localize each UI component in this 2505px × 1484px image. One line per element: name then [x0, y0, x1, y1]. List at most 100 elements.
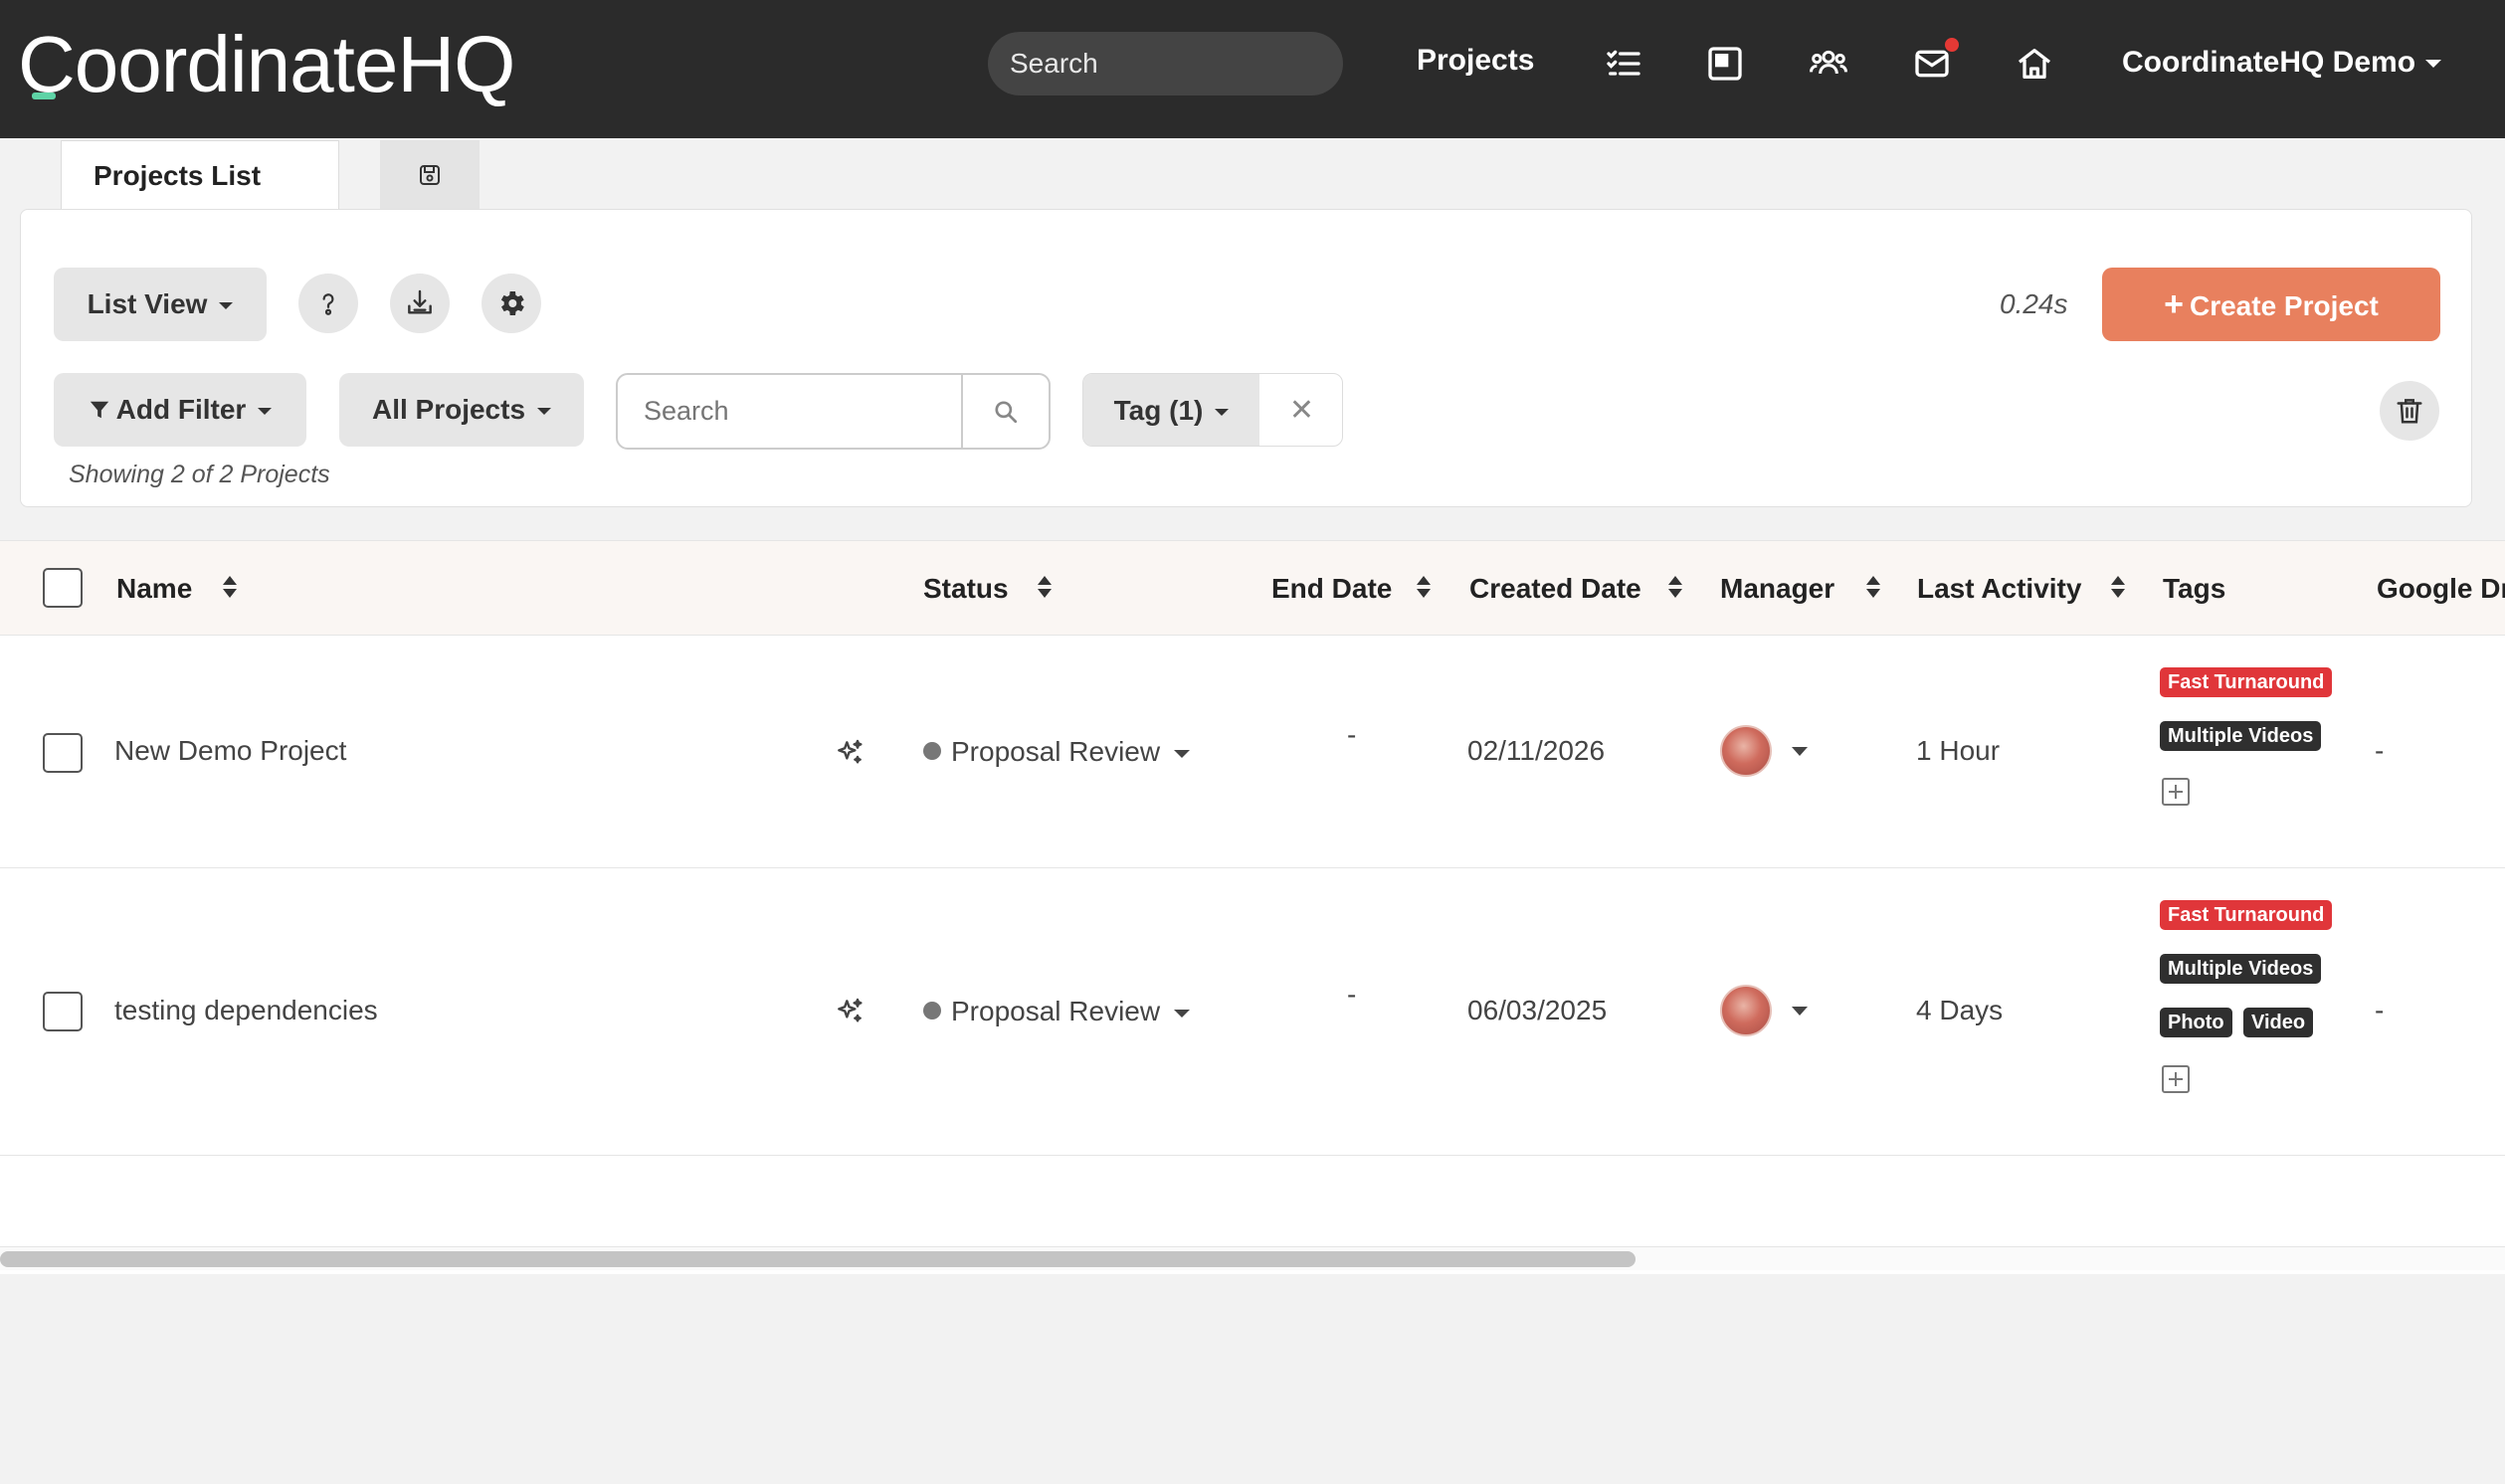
- add-filter-label: Add Filter: [115, 394, 247, 425]
- status-dropdown[interactable]: Proposal Review: [923, 736, 1191, 768]
- table-row[interactable]: New Demo Project Proposal Review - 02/11…: [0, 636, 2505, 868]
- close-icon: ✕: [1288, 394, 1315, 427]
- clear-tag-filter-button[interactable]: ✕: [1259, 374, 1342, 446]
- results-count: Showing 2 of 2 Projects: [69, 461, 330, 488]
- create-project-label: Create Project: [2189, 290, 2379, 321]
- ai-sparkle-icon[interactable]: [834, 737, 866, 769]
- sort-icon[interactable]: [223, 576, 237, 600]
- notification-badge: [1943, 36, 1961, 54]
- chevron-down-icon: [219, 302, 234, 310]
- column-header-status[interactable]: Status: [923, 573, 1009, 605]
- projects-table: Name Status End Date Created Date Manage…: [0, 540, 2505, 1274]
- all-projects-dropdown[interactable]: All Projects: [339, 373, 584, 447]
- chevron-down-icon: [1174, 1009, 1191, 1018]
- app-logo[interactable]: CoordinateHQ: [18, 22, 515, 107]
- user-menu[interactable]: CoordinateHQ Demo: [2122, 46, 2442, 80]
- search-button[interactable]: [961, 375, 1049, 448]
- google-drive-cell: -: [2375, 995, 2385, 1025]
- column-header-last-activity[interactable]: Last Activity: [1917, 573, 2081, 605]
- tag-filter-label: Tag (1): [1113, 395, 1204, 426]
- avatar[interactable]: [1720, 985, 1772, 1036]
- logo-accent: [32, 93, 56, 99]
- settings-button[interactable]: [482, 274, 541, 333]
- column-header-google-drive[interactable]: Google Dr: [2377, 573, 2505, 605]
- status-dot: [923, 742, 941, 760]
- sort-icon[interactable]: [1668, 576, 1682, 600]
- tab-projects-list[interactable]: Projects List: [61, 140, 339, 210]
- create-project-button[interactable]: + Create Project: [2102, 268, 2440, 341]
- last-activity-cell: 4 Days: [1916, 995, 2004, 1025]
- team-icon[interactable]: [1809, 44, 1848, 84]
- plus-icon: +: [2164, 285, 2184, 323]
- table-row[interactable]: testing dependencies Proposal Review - 0…: [0, 868, 2505, 1156]
- add-tag-icon[interactable]: [2162, 1065, 2190, 1093]
- tag-badge[interactable]: Photo: [2160, 1008, 2232, 1037]
- delete-button[interactable]: [2380, 381, 2439, 441]
- tag-badge[interactable]: Multiple Videos: [2160, 954, 2322, 984]
- sort-icon[interactable]: [1866, 576, 1880, 600]
- status-label: Proposal Review: [951, 996, 1161, 1026]
- home-icon[interactable]: [2015, 44, 2054, 84]
- status-label: Proposal Review: [951, 736, 1161, 767]
- row-checkbox[interactable]: [43, 733, 83, 773]
- list-view-label: List View: [87, 288, 208, 319]
- select-all-checkbox[interactable]: [43, 568, 83, 608]
- load-timing: 0.24s: [2000, 288, 2068, 319]
- tag-badge[interactable]: Fast Turnaround: [2160, 900, 2333, 930]
- manager-dropdown-chevron-icon[interactable]: [1792, 747, 1808, 756]
- project-search-input[interactable]: [618, 375, 961, 448]
- toolbar-panel: [20, 209, 2472, 507]
- trash-icon: [2397, 399, 2422, 424]
- end-date-cell: -: [1347, 979, 1357, 1010]
- tag-badge[interactable]: Video: [2243, 1008, 2314, 1037]
- tag-filter-dropdown[interactable]: Tag (1): [1083, 374, 1259, 446]
- column-header-manager[interactable]: Manager: [1720, 573, 1834, 605]
- tasks-icon[interactable]: [1604, 44, 1643, 84]
- top-navbar: CoordinateHQ Search Projects CoordinateH…: [0, 0, 2505, 138]
- column-header-name[interactable]: Name: [116, 573, 192, 605]
- sort-icon[interactable]: [1417, 576, 1431, 600]
- add-tag-icon[interactable]: [2162, 778, 2190, 806]
- user-menu-label: CoordinateHQ Demo: [2122, 46, 2416, 79]
- help-button[interactable]: [298, 274, 358, 333]
- created-date-cell: 06/03/2025: [1467, 995, 1608, 1025]
- global-search-input[interactable]: Search: [988, 32, 1343, 95]
- tag-badge[interactable]: Multiple Videos: [2160, 721, 2322, 751]
- export-button[interactable]: [390, 274, 450, 333]
- tag-badge[interactable]: Fast Turnaround: [2160, 667, 2333, 697]
- column-header-created-date[interactable]: Created Date: [1469, 573, 1641, 605]
- avatar[interactable]: [1720, 725, 1772, 777]
- tag-filter-chip: Tag (1) ✕: [1082, 373, 1343, 447]
- ai-sparkle-icon[interactable]: [834, 996, 866, 1027]
- project-search: [616, 373, 1051, 450]
- sort-icon[interactable]: [1038, 576, 1052, 600]
- nav-projects-link[interactable]: Projects: [1417, 44, 1534, 78]
- chevron-down-icon: [1215, 409, 1230, 417]
- gear-icon: [500, 291, 524, 315]
- chevron-down-icon: [2425, 60, 2442, 69]
- created-date-cell: 02/11/2026: [1467, 735, 1606, 766]
- board-icon[interactable]: [1705, 44, 1745, 84]
- status-dropdown[interactable]: Proposal Review: [923, 996, 1191, 1027]
- add-filter-dropdown[interactable]: Add Filter: [54, 373, 306, 447]
- all-projects-label: All Projects: [371, 394, 526, 425]
- manager-dropdown-chevron-icon[interactable]: [1792, 1007, 1808, 1016]
- chevron-down-icon: [1174, 749, 1191, 758]
- filter-icon: [90, 401, 108, 419]
- column-header-tags[interactable]: Tags: [2163, 573, 2225, 605]
- project-name-link[interactable]: testing dependencies: [114, 995, 378, 1026]
- list-view-dropdown[interactable]: List View: [54, 268, 267, 341]
- search-icon: [995, 400, 1018, 423]
- last-activity-cell: 1 Hour: [1916, 735, 2001, 766]
- status-dot: [923, 1002, 941, 1020]
- sort-icon[interactable]: [2111, 576, 2125, 600]
- scrollbar-thumb[interactable]: [0, 1251, 1636, 1267]
- google-drive-cell: -: [2375, 735, 2385, 766]
- column-header-end-date[interactable]: End Date: [1271, 573, 1392, 605]
- tab-saved-views[interactable]: [380, 140, 480, 210]
- project-name-link[interactable]: New Demo Project: [114, 735, 346, 767]
- help-icon: [322, 293, 334, 315]
- row-checkbox[interactable]: [43, 992, 83, 1031]
- end-date-cell: -: [1347, 719, 1357, 750]
- save-icon: [420, 165, 440, 185]
